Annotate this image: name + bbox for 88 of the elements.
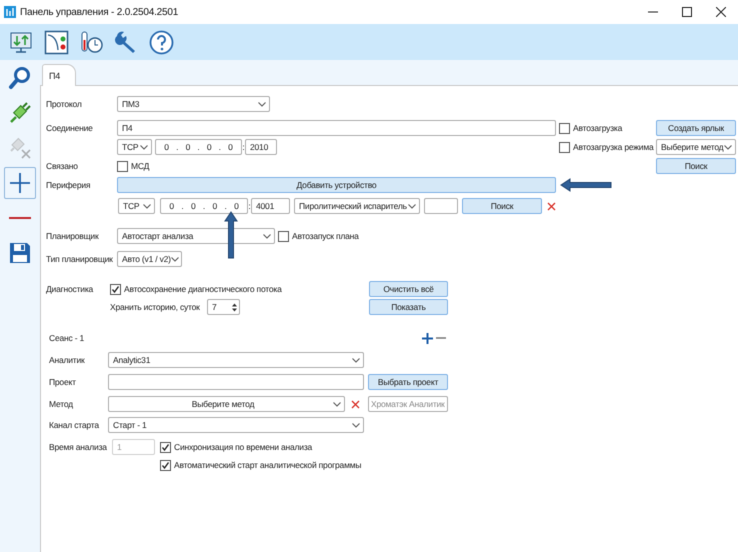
field-label: Диагностика (46, 284, 94, 294)
address-field[interactable] (424, 198, 458, 214)
field-label: Периферия (46, 180, 92, 190)
port-separator: : (242, 142, 245, 152)
method-select[interactable]: Выберите метод (108, 396, 345, 412)
checkbox[interactable] (278, 230, 289, 242)
chevron-icon (333, 402, 341, 406)
checkbox-label: Автозапуск плана (292, 231, 359, 241)
close-icon[interactable] (351, 400, 360, 408)
choose-project-button[interactable]: Выбрать проект (368, 374, 448, 390)
chevron-icon (408, 204, 416, 208)
clear-all-button[interactable]: Очистить всё (369, 281, 448, 297)
tab[interactable]: П4 (42, 64, 76, 86)
checkbox[interactable] (117, 160, 128, 172)
field-label: Тип планировщик (46, 254, 114, 264)
section-title: Сеанс - 1 (49, 333, 86, 343)
ip-field[interactable]: 0 . 0 . 0 . 0 (160, 198, 248, 214)
checkbox[interactable] (559, 122, 570, 134)
field-label: Хранить историю, суток (110, 302, 201, 312)
history-days-spinner[interactable]: 7 (207, 299, 240, 315)
checkbox-label: Автоматический старт аналитической программы (174, 460, 362, 470)
program-field[interactable]: Хроматэк Аналитик (368, 396, 448, 412)
thermometer-clock-icon[interactable] (79, 30, 104, 54)
arrow-icon (224, 211, 238, 259)
monitor-arrows-icon[interactable] (9, 30, 34, 54)
scheduler-select[interactable]: Автостарт анализа (117, 228, 275, 244)
app-icon (4, 6, 16, 18)
plug-icon (8, 101, 32, 125)
chevron-icon (170, 256, 179, 262)
checkbox[interactable] (160, 460, 171, 470)
show-button[interactable]: Показать (369, 299, 448, 315)
protocol-select[interactable]: ПМ3 (117, 96, 270, 112)
device-type-select[interactable]: Пиролитический испаритель (294, 198, 420, 214)
checkbox-label: Автозагрузка режима (573, 142, 654, 152)
close-icon[interactable] (547, 202, 556, 210)
checkbox[interactable] (559, 142, 570, 152)
plug-x-icon (8, 136, 32, 160)
field-label: Метод (49, 399, 74, 409)
field-label: Протокол (46, 99, 83, 109)
scheduler-type-select[interactable]: Авто (v1 / v2) (117, 251, 182, 267)
project-field[interactable] (108, 374, 364, 390)
checkbox[interactable] (110, 284, 121, 294)
field-label: Проект (49, 377, 77, 387)
chevron-icon (263, 234, 271, 238)
checkbox-label: Синхронизация по времени анализа (174, 442, 312, 452)
plus-icon (8, 171, 32, 195)
search-icon (8, 66, 32, 90)
port-separator: : (248, 201, 251, 211)
search-button[interactable]: Поиск (462, 198, 542, 214)
field-label: Планировщик (46, 231, 100, 241)
start-channel-select[interactable]: Старт - 1 (108, 417, 364, 433)
analyst-select[interactable]: Analytic31 (108, 352, 364, 368)
chevron-icon (140, 144, 148, 150)
search-button[interactable]: Поиск (656, 158, 736, 174)
close-icon (716, 7, 726, 17)
port-field[interactable]: 2010 (245, 139, 277, 155)
arrow-icon (560, 178, 612, 192)
chevron-icon (724, 144, 732, 150)
spinner-arrows-icon (232, 302, 237, 312)
checkbox-label: Автосохранение диагностического потока (124, 284, 282, 294)
transport-select[interactable]: TCP (118, 198, 155, 214)
field-label: Соединение (46, 123, 94, 133)
chart-dots-icon[interactable] (44, 30, 69, 54)
field-label: Связано (46, 161, 79, 171)
chevron-icon (352, 422, 360, 428)
checkbox[interactable] (160, 442, 171, 452)
window-title: Панель управления - 2.0.2504.2501 (20, 6, 178, 18)
connection-name-field[interactable]: П4 (117, 120, 556, 136)
ip-field[interactable]: 0 . 0 . 0 . 0 (155, 139, 242, 155)
maximize-icon (682, 7, 692, 17)
sidebar-button[interactable] (4, 167, 36, 199)
save-icon (9, 242, 31, 264)
chevron-icon (352, 358, 360, 362)
help-icon[interactable] (149, 30, 174, 54)
chevron-icon (143, 204, 151, 208)
transport-select[interactable]: TCP (117, 139, 152, 155)
minus-icon (8, 216, 32, 220)
field-label: Канал старта (49, 420, 100, 430)
checkbox-label: Автозагрузка (573, 123, 622, 133)
add-device-button[interactable]: Добавить устройство (117, 177, 556, 193)
checkbox-label: МСД (131, 161, 150, 171)
chevron-icon (258, 102, 266, 106)
port-field[interactable]: 4001 (251, 198, 290, 214)
plus-icon[interactable] (422, 332, 433, 344)
method-select[interactable]: Выберите метод (656, 139, 736, 155)
field-label: Время анализа (49, 442, 108, 452)
field-label: Аналитик (49, 355, 86, 365)
create-shortcut-button[interactable]: Создать ярлык (656, 120, 736, 136)
